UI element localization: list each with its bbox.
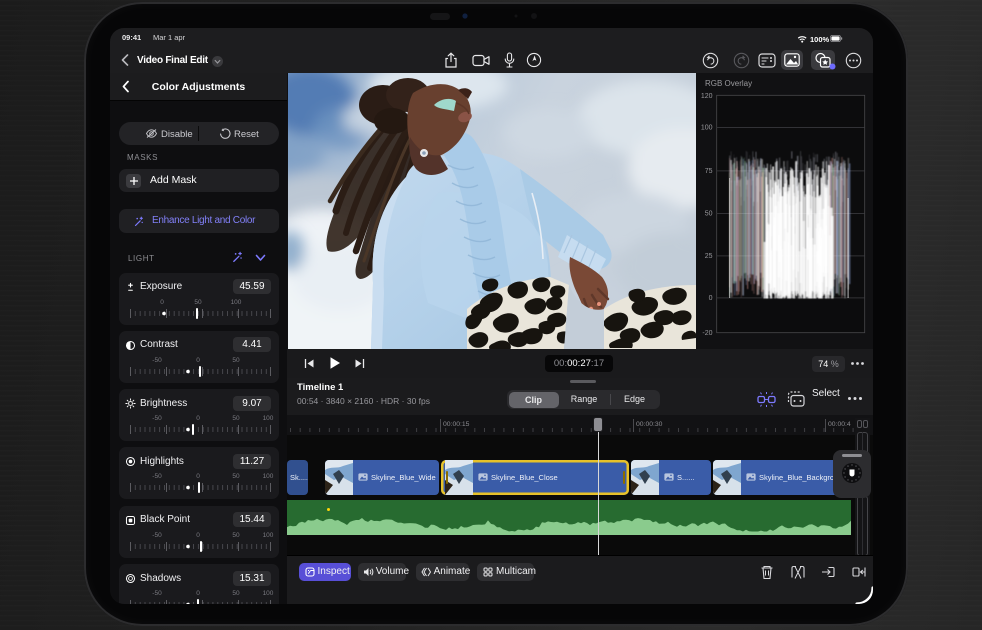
svg-text:25: 25 [705,253,713,260]
svg-text:100: 100 [701,125,713,132]
svg-text:0: 0 [709,295,713,302]
svg-text:75: 75 [705,168,713,175]
svg-text:100%: 100% [810,35,830,43]
svg-text:00:00:30: 00:00:30 [636,421,663,428]
svg-text:50: 50 [705,211,713,218]
svg-text:00:00:15: 00:00:15 [443,421,470,428]
svg-text:120: 120 [701,93,713,100]
svg-text:00:00:4: 00:00:4 [828,421,851,428]
svg-text:-20: -20 [702,330,712,337]
